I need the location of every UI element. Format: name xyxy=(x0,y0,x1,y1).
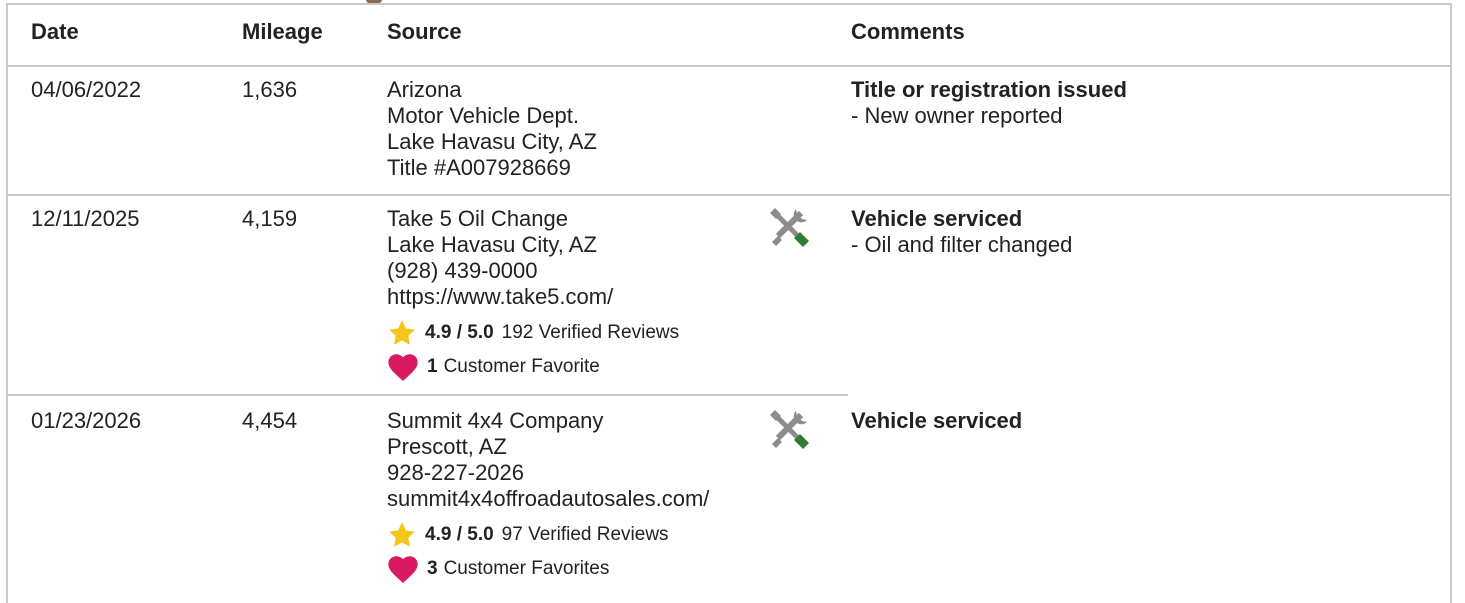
favorites-count: 3 xyxy=(427,558,438,579)
source-phone-link[interactable]: 928-227-2026 xyxy=(387,460,709,486)
service-icon-cell xyxy=(768,206,810,248)
record-source: Take 5 Oil Change Lake Havasu City, AZ (… xyxy=(387,206,679,384)
favorites-count: 1 xyxy=(427,356,438,377)
comment-detail: - New owner reported xyxy=(851,103,1063,128)
comment-detail: - Oil and filter changed xyxy=(851,232,1073,257)
history-table: Date Mileage Source Comments 04/06/2022 … xyxy=(6,3,1452,603)
rating-value: 4.9 / 5.0 xyxy=(425,322,494,343)
service-wrench-screwdriver-icon xyxy=(770,208,809,247)
source-name: Arizona xyxy=(387,77,462,102)
comment-title: Vehicle serviced xyxy=(851,206,1023,231)
source-location: Prescott, AZ xyxy=(387,434,507,459)
service-wrench-screwdriver-icon xyxy=(770,410,809,449)
source-name: Summit 4x4 Company xyxy=(387,408,604,433)
table-row: 01/23/2026 4,454 Summit 4x4 Company Pres… xyxy=(8,396,1450,601)
header-mileage: Mileage xyxy=(242,19,323,44)
source-website-link[interactable]: https://www.take5.com/ xyxy=(387,284,679,310)
header-date: Date xyxy=(31,19,79,44)
source-phone-link[interactable]: (928) 439-0000 xyxy=(387,258,679,284)
favorites-summary: 3 Customer Favorites xyxy=(387,552,709,586)
rating-summary[interactable]: 4.9 / 5.0 97 Verified Reviews xyxy=(387,518,709,552)
heart-icon xyxy=(388,354,418,381)
source-department: Motor Vehicle Dept. xyxy=(387,103,579,128)
record-source: Arizona Motor Vehicle Dept. Lake Havasu … xyxy=(387,77,597,181)
service-icon-cell xyxy=(768,408,810,450)
source-name: Take 5 Oil Change xyxy=(387,206,568,231)
record-mileage: 4,454 xyxy=(242,408,298,433)
star-icon xyxy=(389,320,415,345)
rating-value: 4.9 / 5.0 xyxy=(425,524,494,545)
star-icon xyxy=(389,522,415,547)
header-comments: Comments xyxy=(851,19,965,44)
source-location: Lake Havasu City, AZ xyxy=(387,129,597,154)
favorites-label: Customer Favorites xyxy=(443,558,610,579)
header-source: Source xyxy=(387,19,462,44)
record-comments: Vehicle serviced - Oil and filter change… xyxy=(851,206,1072,258)
record-date: 01/23/2026 xyxy=(31,408,142,433)
record-comments: Title or registration issued - New owner… xyxy=(851,77,1127,129)
record-mileage: 4,159 xyxy=(242,206,298,231)
source-website-link[interactable]: summit4x4offroadautosales.com/ xyxy=(387,486,709,512)
table-header-row: Date Mileage Source Comments xyxy=(8,5,1450,67)
favorites-summary: 1 Customer Favorite xyxy=(387,350,679,384)
table-row: 12/11/2025 4,159 Take 5 Oil Change Lake … xyxy=(8,194,1450,396)
table-row: 04/06/2022 1,636 Arizona Motor Vehicle D… xyxy=(8,65,1450,196)
reviews-count: 192 Verified Reviews xyxy=(501,322,680,343)
comment-title: Vehicle serviced xyxy=(851,408,1023,433)
reviews-count: 97 Verified Reviews xyxy=(501,524,669,545)
comment-title: Title or registration issued xyxy=(851,77,1127,102)
source-title-number: Title #A007928669 xyxy=(387,155,571,180)
heart-icon xyxy=(388,556,418,583)
record-date: 04/06/2022 xyxy=(31,77,142,102)
favorites-label: Customer Favorite xyxy=(443,356,600,377)
record-date: 12/11/2025 xyxy=(31,206,140,231)
record-source: Summit 4x4 Company Prescott, AZ 928-227-… xyxy=(387,408,709,586)
source-location: Lake Havasu City, AZ xyxy=(387,232,597,257)
rating-summary[interactable]: 4.9 / 5.0 192 Verified Reviews xyxy=(387,316,679,350)
record-comments: Vehicle serviced xyxy=(851,408,1022,434)
record-mileage: 1,636 xyxy=(242,77,298,102)
